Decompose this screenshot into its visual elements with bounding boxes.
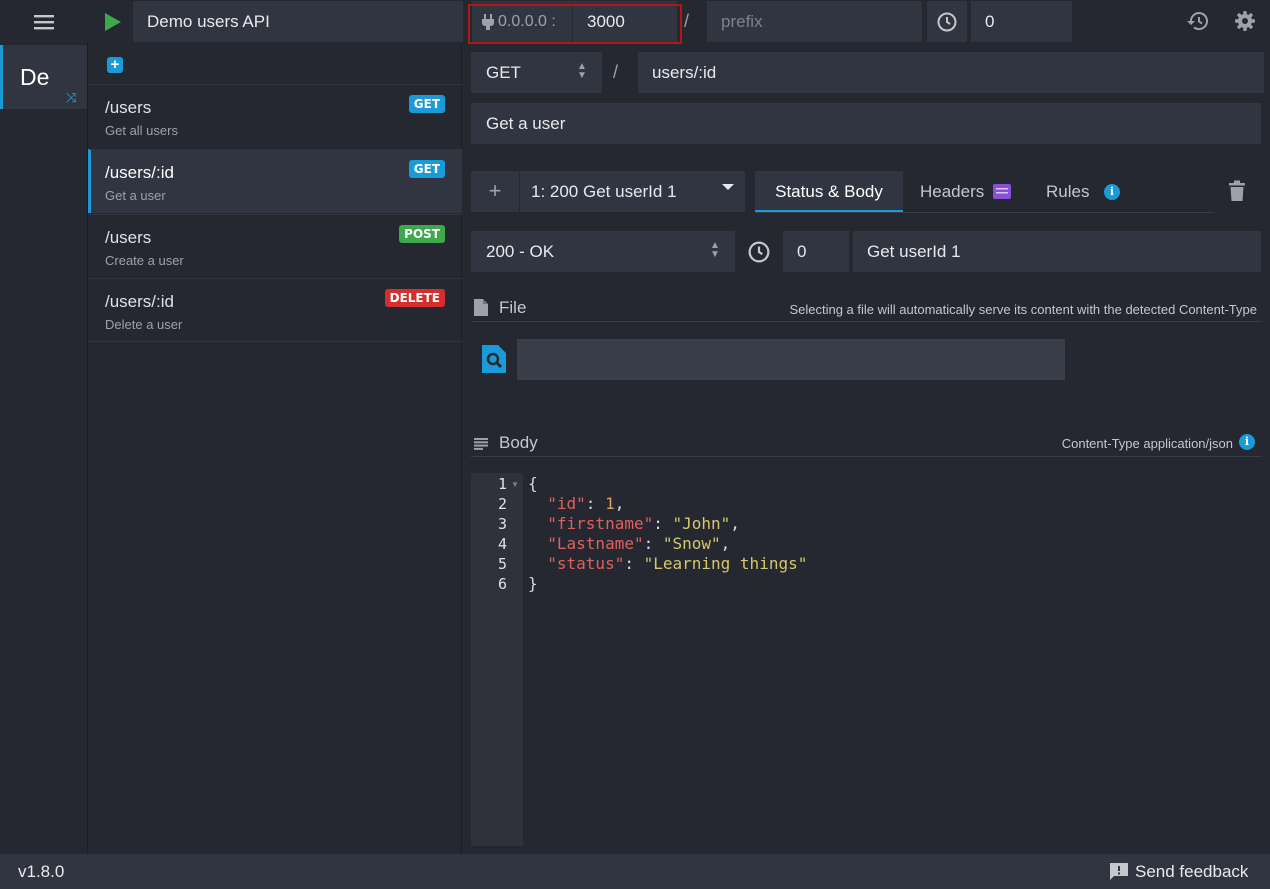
add-route-button[interactable]: +: [107, 57, 123, 73]
send-feedback-button[interactable]: Send feedback: [1110, 862, 1248, 882]
code-line: "status": "Learning things": [547, 554, 808, 573]
caret-down-icon: [722, 184, 734, 190]
code-line: "Lastname": "Snow",: [547, 534, 731, 553]
info-icon: i: [1104, 184, 1120, 200]
status-bar: [0, 854, 1270, 889]
environment-item-label: De: [20, 64, 50, 90]
send-feedback-label: Send feedback: [1135, 862, 1249, 881]
logs-history-button[interactable]: [1182, 4, 1212, 38]
route-method-badge: DELETE: [384, 289, 445, 307]
info-icon: i: [1239, 434, 1255, 450]
response-latency-input[interactable]: [783, 231, 849, 272]
line-number: 1: [497, 475, 507, 493]
select-arrows-icon: ▲ ▼: [710, 240, 720, 260]
route-method-badge: GET: [408, 95, 445, 113]
prefix-separator: /: [684, 11, 690, 31]
route-item[interactable]: /users/:id Delete a user DELETE: [88, 278, 462, 342]
route-path: /users: [105, 98, 152, 117]
route-path: /users/:id: [105, 163, 174, 182]
add-response-button[interactable]: +: [471, 171, 519, 212]
play-icon: [105, 12, 121, 31]
line-number: 2: [497, 495, 507, 513]
endpoint-separator: /: [613, 62, 619, 82]
gear-icon: [1235, 11, 1255, 31]
route-item[interactable]: /users Get all users GET: [88, 84, 462, 148]
route-item[interactable]: /users Create a user POST: [88, 214, 462, 278]
code-line: "id": 1,: [547, 494, 625, 513]
route-method-badge: GET: [408, 160, 445, 178]
status-code-select[interactable]: 200 - OK: [471, 231, 735, 272]
run-environment-button[interactable]: [98, 0, 128, 43]
route-method-badge: POST: [399, 225, 445, 243]
tab-headers[interactable]: Headers: [920, 171, 984, 212]
route-path: /users: [105, 228, 152, 247]
route-description: Delete a user: [105, 317, 183, 332]
endpoint-input[interactable]: [638, 52, 1264, 93]
line-number: 3: [497, 515, 507, 533]
port-highlight-box: [468, 4, 682, 44]
code-line: }: [528, 574, 538, 593]
response-label-input[interactable]: [853, 231, 1261, 272]
trash-icon: [1229, 180, 1245, 201]
hamburger-menu-button[interactable]: [0, 0, 88, 43]
route-item-active[interactable]: /users/:id Get a user GET: [88, 149, 462, 213]
content-type-label: Content-Type application/json: [1061, 436, 1233, 451]
environment-name[interactable]: Demo users API: [133, 1, 463, 42]
file-section-hint: Selecting a file will automatically serv…: [789, 302, 1257, 317]
file-section-title: File: [499, 298, 527, 317]
file-search-icon: [482, 345, 506, 373]
tabs-divider: [755, 212, 1213, 213]
shuffle-icon: ⤨: [66, 90, 77, 105]
environments-sidebar: [0, 43, 88, 854]
route-description: Create a user: [105, 253, 184, 268]
browse-file-button[interactable]: [482, 345, 508, 373]
global-latency-input[interactable]: [971, 1, 1072, 42]
hamburger-icon: [34, 14, 54, 29]
body-section-title: Body: [499, 433, 538, 452]
settings-button[interactable]: [1230, 4, 1260, 38]
global-latency-label: [927, 1, 967, 42]
fold-arrow-icon[interactable]: ▼: [511, 480, 519, 489]
body-section-divider: [471, 456, 1261, 457]
tab-rules[interactable]: Rules: [1046, 171, 1089, 212]
clock-icon: [748, 241, 770, 263]
prefix-input[interactable]: [707, 1, 922, 42]
clock-icon: [937, 12, 957, 31]
delete-response-button[interactable]: [1228, 180, 1246, 202]
line-number: 6: [497, 575, 507, 593]
route-description: Get a user: [105, 188, 166, 203]
route-path: /users/:id: [105, 292, 174, 311]
code-line: {: [528, 474, 538, 493]
response-select[interactable]: 1: 200 Get userId 1: [520, 171, 745, 212]
tab-status-body[interactable]: Status & Body: [755, 171, 903, 212]
file-icon: [474, 299, 488, 316]
route-documentation-input[interactable]: [471, 103, 1261, 144]
line-number: 5: [497, 555, 507, 573]
route-description: Get all users: [105, 123, 178, 138]
body-icon: [474, 437, 488, 450]
headers-count-icon: [993, 184, 1011, 199]
feedback-icon: [1110, 863, 1128, 880]
code-line: "firstname": "John",: [547, 514, 740, 533]
file-section-divider: [471, 321, 1261, 322]
file-path-input[interactable]: [517, 339, 1065, 380]
app-version: v1.8.0: [18, 862, 65, 881]
select-arrows-icon: ▲ ▼: [577, 61, 587, 81]
history-icon: [1187, 12, 1208, 31]
line-number: 4: [497, 535, 507, 553]
